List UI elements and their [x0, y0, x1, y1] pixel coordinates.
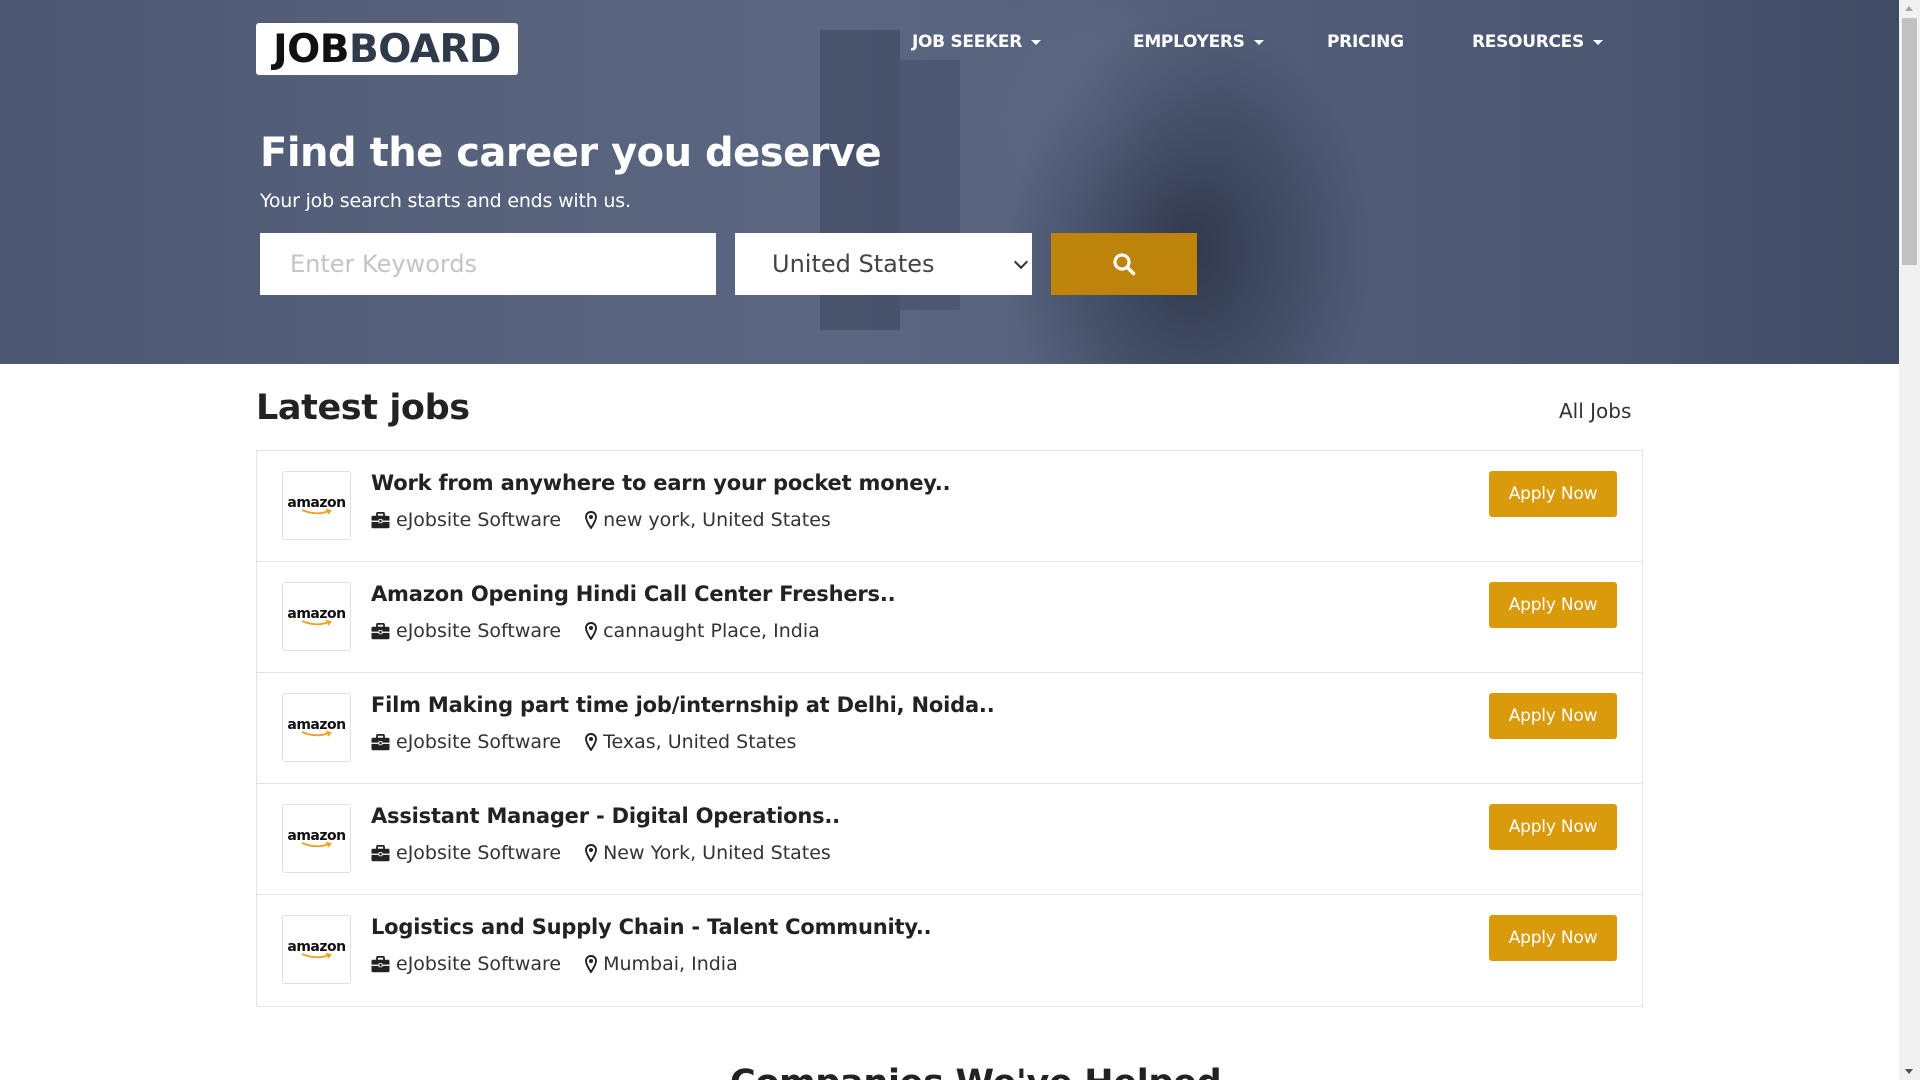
job-location-group: new york, United States [585, 509, 831, 531]
job-title-link[interactable]: Logistics and Supply Chain - Talent Comm… [371, 915, 932, 939]
job-meta: eJobsite Software Texas, United States [371, 731, 796, 753]
map-marker-icon [585, 511, 598, 529]
company-logo: amazon [282, 693, 351, 762]
job-company: eJobsite Software [396, 731, 562, 753]
apply-now-button[interactable]: Apply Now [1489, 582, 1617, 628]
keyword-search-input[interactable] [260, 233, 716, 295]
apply-now-button[interactable]: Apply Now [1489, 804, 1617, 850]
briefcase-icon [371, 733, 390, 751]
job-list: amazon Work from anywhere to earn your p… [256, 450, 1643, 1007]
job-meta: eJobsite Software New York, United State… [371, 842, 831, 864]
company-logo: amazon [282, 804, 351, 873]
job-location: Texas, United States [603, 731, 797, 753]
map-marker-icon [585, 733, 598, 751]
job-row: amazon Work from anywhere to earn your p… [257, 451, 1642, 562]
job-company: eJobsite Software [396, 953, 562, 975]
caret-down-icon [1031, 39, 1041, 45]
amazon-smile-icon [301, 730, 332, 736]
nav-employers[interactable]: EMPLOYERS [1133, 32, 1264, 52]
page: JOB BOARD JOB SEEKER EMPLOYERS PRICING RE… [0, 0, 1899, 1080]
hero-subtitle: Your job search starts and ends with us. [260, 190, 631, 212]
amazon-smile-icon [301, 841, 332, 847]
map-marker-icon [585, 955, 598, 973]
nav-pricing[interactable]: PRICING [1327, 32, 1404, 52]
search-icon [1113, 253, 1136, 276]
caret-down-icon [1592, 39, 1603, 45]
job-location-group: cannaught Place, India [585, 620, 820, 642]
company-logo-text: amazon [287, 605, 346, 622]
company-logo-text: amazon [287, 827, 346, 844]
scroll-down-arrow-icon[interactable] [1905, 1069, 1913, 1074]
job-row: amazon Assistant Manager - Digital Opera… [257, 784, 1642, 895]
briefcase-icon [371, 511, 390, 529]
companies-section-heading: Companies We've Helped [730, 1063, 1222, 1080]
job-location-group: Mumbai, India [585, 953, 738, 975]
apply-now-button[interactable]: Apply Now [1489, 471, 1617, 517]
job-title-link[interactable]: Work from anywhere to earn your pocket m… [371, 471, 951, 495]
company-logo-text: amazon [287, 716, 346, 733]
caret-down-icon [1253, 39, 1264, 45]
nav-job-seeker-label: JOB SEEKER [912, 32, 1022, 52]
job-location: cannaught Place, India [603, 620, 820, 642]
nav-job-seeker[interactable]: JOB SEEKER [912, 32, 1041, 52]
company-logo: amazon [282, 915, 351, 984]
apply-now-button[interactable]: Apply Now [1489, 693, 1617, 739]
chevron-down-icon [1013, 254, 1029, 270]
job-company: eJobsite Software [396, 509, 562, 531]
nav-resources[interactable]: RESOURCES [1472, 32, 1603, 52]
job-company: eJobsite Software [396, 842, 562, 864]
nav-pricing-label: PRICING [1327, 32, 1404, 52]
job-location-group: Texas, United States [585, 731, 796, 753]
job-location: new york, United States [603, 509, 831, 531]
job-row: amazon Logistics and Supply Chain - Tale… [257, 895, 1642, 1006]
main-nav: JOB SEEKER EMPLOYERS PRICING RESOURCES [0, 32, 1899, 54]
briefcase-icon [371, 622, 390, 640]
job-meta: eJobsite Software new york, United State… [371, 509, 831, 531]
job-title-link[interactable]: Assistant Manager - Digital Operations.. [371, 804, 840, 828]
briefcase-icon [371, 844, 390, 862]
company-logo: amazon [282, 582, 351, 651]
job-row: amazon Film Making part time job/interns… [257, 673, 1642, 784]
map-marker-icon [585, 844, 598, 862]
vertical-scrollbar[interactable] [1899, 0, 1920, 1080]
hero-banner: JOB BOARD JOB SEEKER EMPLOYERS PRICING RE… [0, 0, 1899, 364]
company-logo-text: amazon [287, 938, 346, 955]
job-location: Mumbai, India [603, 953, 738, 975]
map-marker-icon [585, 622, 598, 640]
nav-employers-label: EMPLOYERS [1133, 32, 1245, 52]
hero-title: Find the career you deserve [260, 130, 882, 176]
company-logo-text: amazon [287, 494, 346, 511]
job-title-link[interactable]: Amazon Opening Hindi Call Center Fresher… [371, 582, 896, 606]
briefcase-icon [371, 955, 390, 973]
hero-background-shade [1640, 0, 1899, 364]
all-jobs-link[interactable]: All Jobs [1559, 399, 1631, 423]
country-select[interactable]: United States [735, 233, 1032, 295]
amazon-smile-icon [301, 952, 332, 958]
scroll-up-arrow-icon[interactable] [1905, 6, 1913, 11]
job-meta: eJobsite Software Mumbai, India [371, 953, 738, 975]
scrollbar-thumb[interactable] [1902, 18, 1917, 265]
job-title-link[interactable]: Film Making part time job/internship at … [371, 693, 995, 717]
job-location: New York, United States [603, 842, 831, 864]
amazon-smile-icon [301, 619, 332, 625]
job-location-group: New York, United States [585, 842, 831, 864]
nav-resources-label: RESOURCES [1472, 32, 1584, 52]
latest-jobs-heading: Latest jobs [256, 388, 470, 428]
job-row: amazon Amazon Opening Hindi Call Center … [257, 562, 1642, 673]
amazon-smile-icon [301, 508, 332, 514]
search-button[interactable] [1051, 233, 1197, 295]
job-company: eJobsite Software [396, 620, 562, 642]
country-select-value: United States [772, 250, 935, 278]
company-logo: amazon [282, 471, 351, 540]
job-meta: eJobsite Software cannaught Place, India [371, 620, 820, 642]
apply-now-button[interactable]: Apply Now [1489, 915, 1617, 961]
